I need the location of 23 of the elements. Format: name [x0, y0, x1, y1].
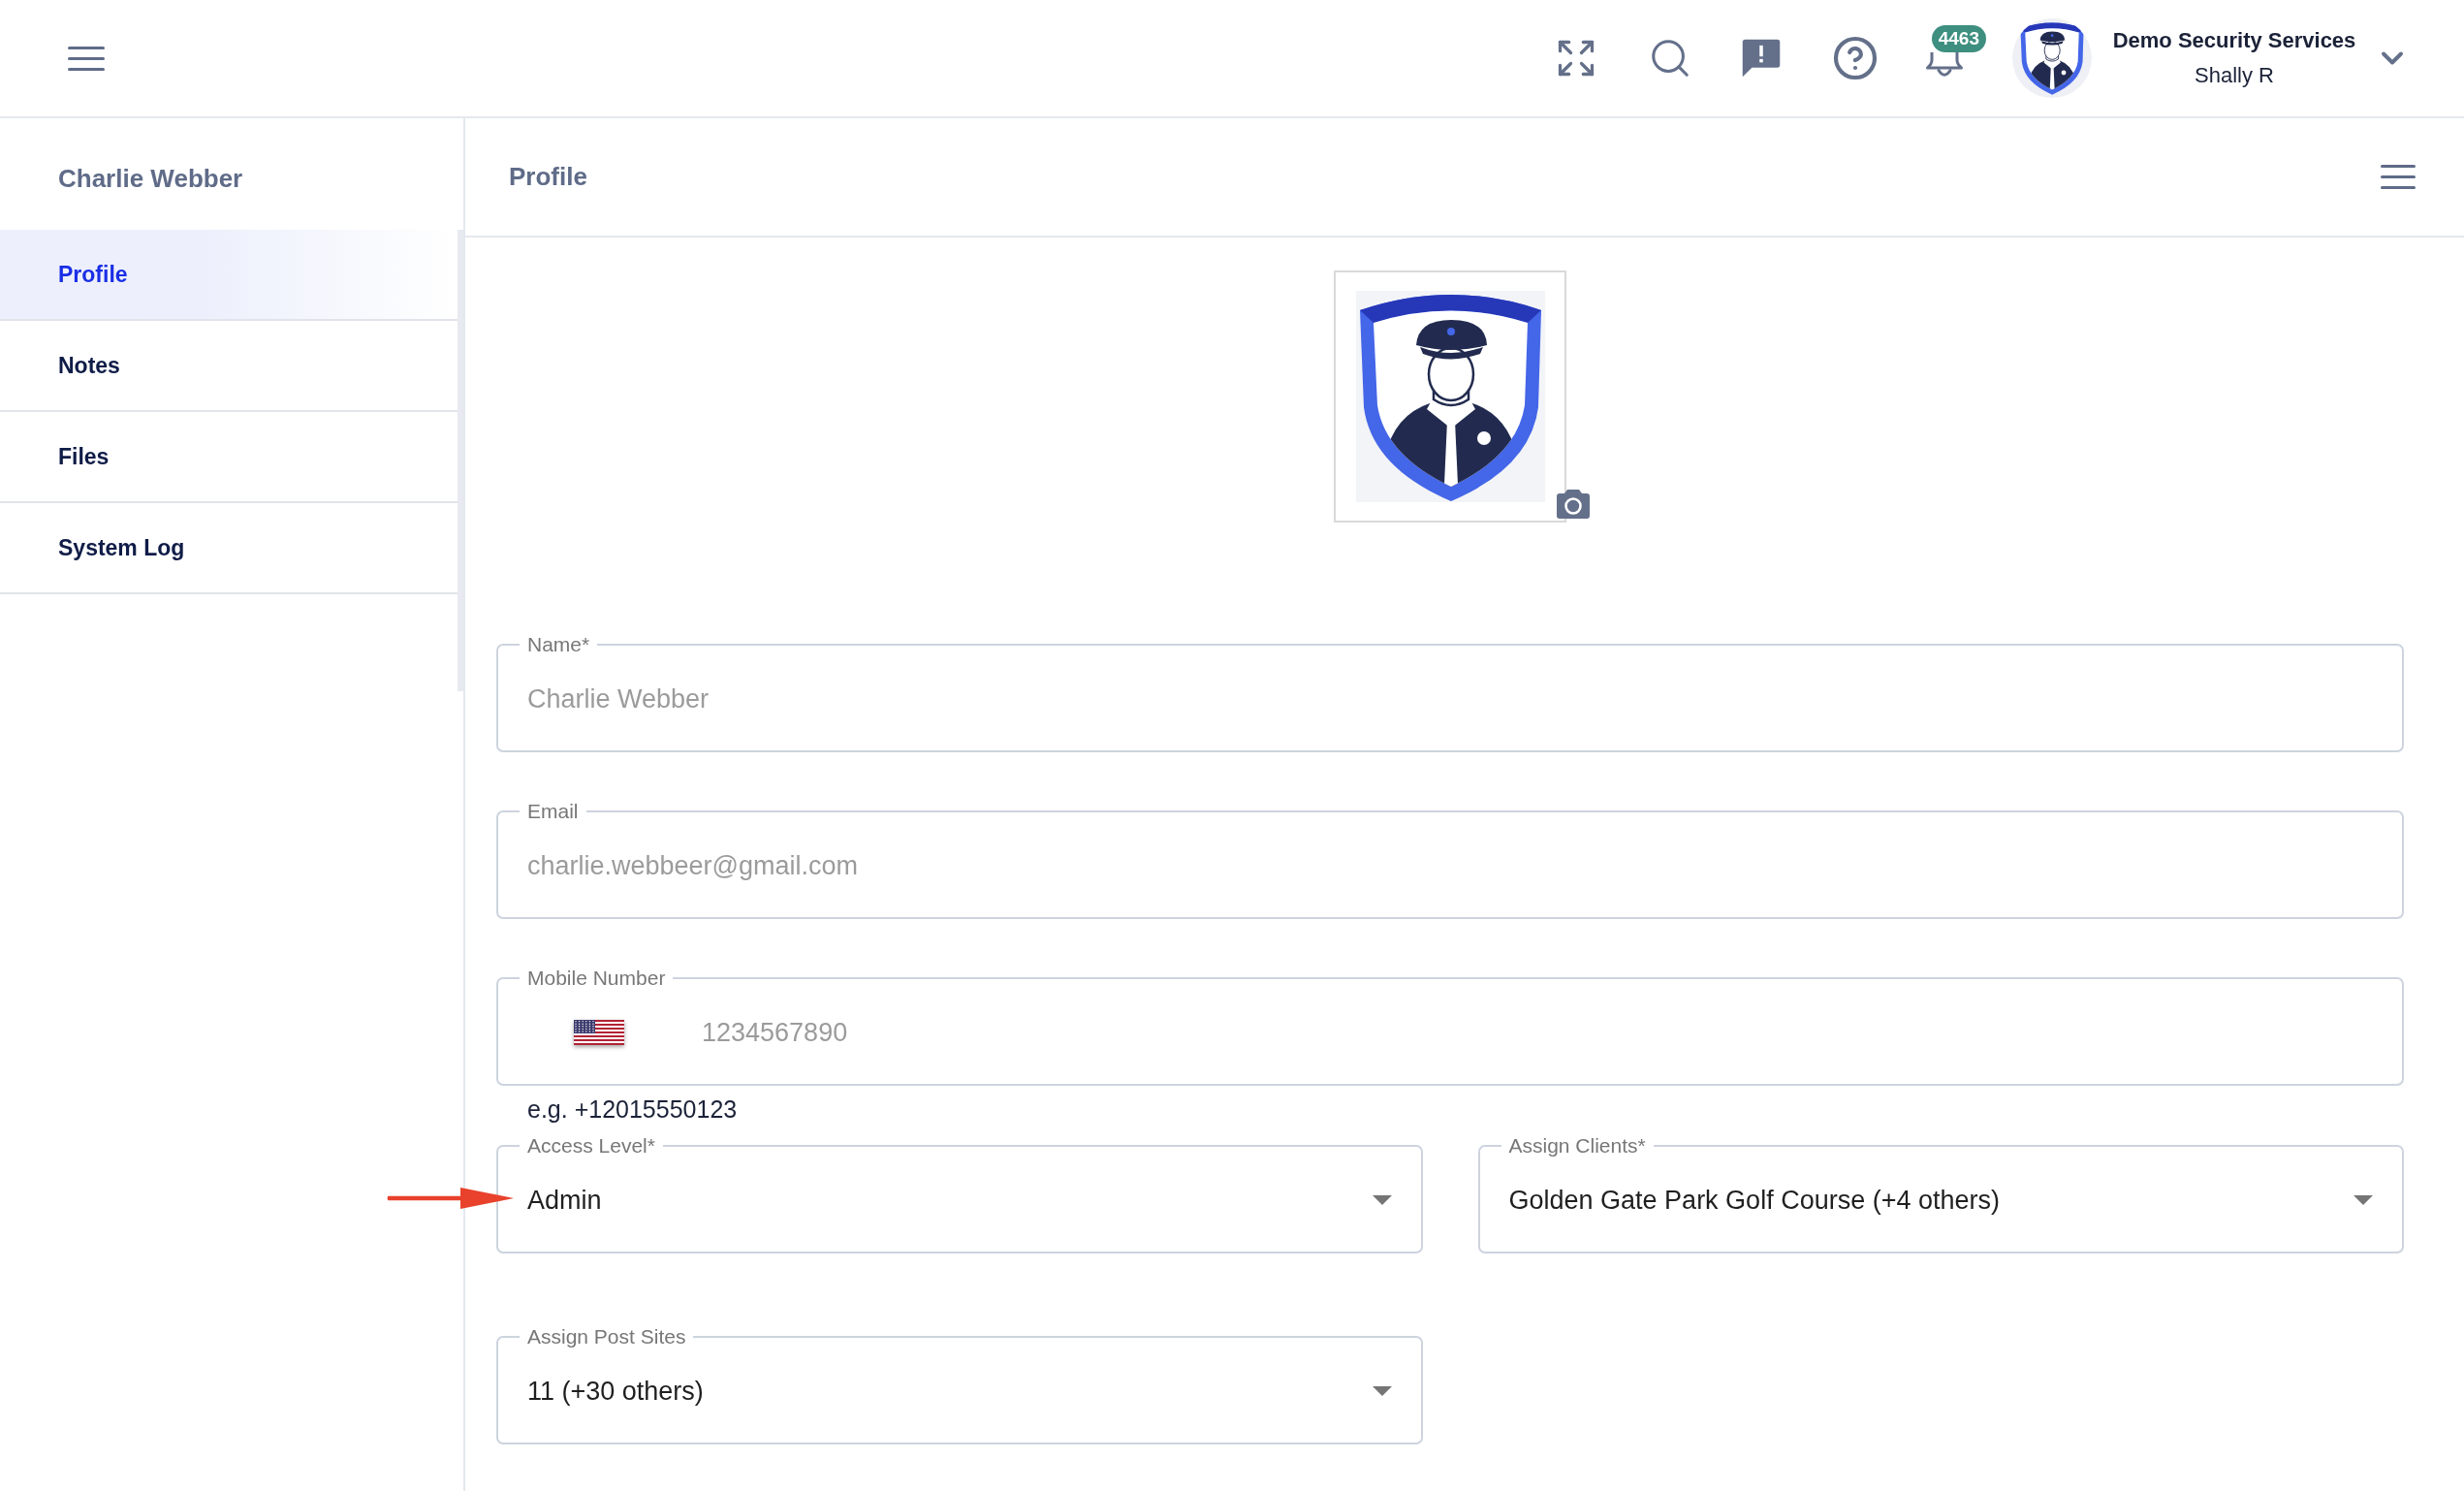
caret-icon[interactable]	[1372, 1386, 1392, 1396]
menu-icon[interactable]	[2381, 165, 2416, 189]
sidebar-item[interactable]: Profile	[0, 230, 458, 321]
menu-icon[interactable]	[68, 46, 105, 71]
help-icon[interactable]	[1831, 35, 1879, 81]
field-label: Assign Post Sites	[526, 1325, 687, 1348]
scrollbar-thumb[interactable]	[458, 230, 463, 691]
company-name: Demo Security Services	[2112, 27, 2356, 54]
field-label: Email	[526, 800, 580, 823]
message-alert-icon[interactable]	[1740, 38, 1782, 79]
page-title: Profile	[509, 161, 587, 193]
camera-icon[interactable]	[1557, 490, 1590, 519]
user-name: Shally R	[2195, 62, 2274, 89]
field-label: Mobile Number	[526, 967, 667, 990]
helper-text: e.g. +12015550123	[527, 1094, 738, 1125]
field-label: Assign Clients*	[1507, 1134, 1647, 1158]
caret-icon[interactable]	[1372, 1195, 1392, 1205]
bell-icon[interactable]	[1924, 52, 1964, 78]
field-label: Name*	[526, 633, 591, 656]
field-label: Access Level*	[526, 1134, 656, 1158]
caret-icon[interactable]	[2353, 1195, 2373, 1205]
notification-badge: 4463	[1931, 25, 1986, 52]
sidebar-title: Charlie Webber	[58, 163, 243, 195]
